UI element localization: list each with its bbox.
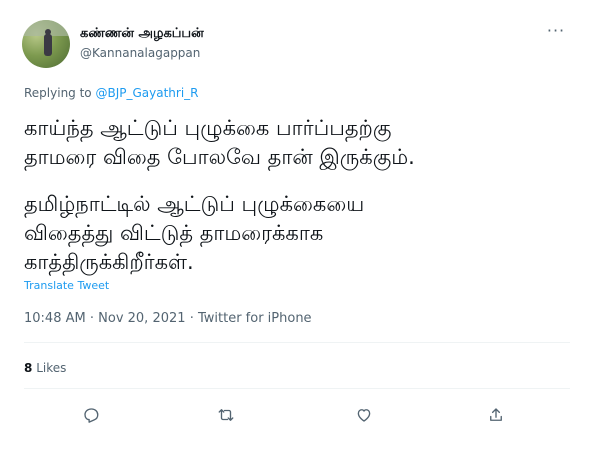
heart-icon (357, 409, 371, 422)
tweet-meta: 10:48 AM · Nov 20, 2021 · Twitter for iP… (24, 311, 312, 326)
more-options-icon[interactable]: ··· (545, 23, 567, 40)
tweet-line: விதைத்து விட்டுத் தாமரைக்காக (24, 221, 324, 245)
tweet-card: கண்ணன் அழகப்பன் @Kannanalagappan ··· Rep… (0, 0, 600, 450)
likes-label: Likes (36, 361, 67, 375)
replying-to-prefix: Replying to (24, 86, 92, 100)
share-icon (490, 408, 502, 421)
tweet-line: காத்திருக்கிறீர்கள். (24, 250, 194, 274)
likes-count: 8 (24, 361, 33, 375)
tweet-date[interactable]: Nov 20, 2021 (98, 311, 185, 326)
avatar[interactable] (22, 20, 70, 68)
avatar-figure-body (44, 34, 52, 56)
tweet-time[interactable]: 10:48 AM (24, 311, 86, 326)
tweet-line: தாமரை விதை போலவே தான் இருக்கும். (24, 145, 415, 169)
replying-to: Replying to @BJP_Gayathri_R (24, 86, 199, 100)
like-button[interactable] (351, 402, 377, 428)
tweet-text: காய்ந்த ஆட்டுப் புழுக்கை பார்ப்பதற்கு தா… (24, 114, 564, 277)
author-handle[interactable]: @Kannanalagappan (80, 46, 200, 60)
tweet-source[interactable]: Twitter for iPhone (198, 311, 312, 326)
translate-tweet-link[interactable]: Translate Tweet (24, 279, 109, 292)
retweet-button[interactable] (213, 402, 239, 428)
divider (24, 388, 570, 389)
share-button[interactable] (483, 402, 509, 428)
tweet-paragraph-1: காய்ந்த ஆட்டுப் புழுக்கை பார்ப்பதற்கு தா… (24, 114, 564, 172)
meta-separator: · (189, 311, 194, 326)
tweet-paragraph-2: தமிழ்நாட்டில் ஆட்டுப் புழுக்கையை விதைத்த… (24, 190, 564, 277)
likes-stat[interactable]: 8 Likes (24, 361, 66, 375)
author-name[interactable]: கண்ணன் அழகப்பன் (80, 26, 204, 42)
tweet-line: தமிழ்நாட்டில் ஆட்டுப் புழுக்கையை (24, 192, 365, 216)
reply-icon (84, 408, 99, 423)
divider (24, 342, 570, 343)
meta-separator: · (89, 311, 94, 326)
replying-to-link[interactable]: @BJP_Gayathri_R (95, 86, 198, 100)
retweet-icon (218, 409, 234, 421)
reply-button[interactable] (78, 402, 104, 428)
tweet-line: காய்ந்த ஆட்டுப் புழுக்கை பார்ப்பதற்கு (24, 116, 392, 140)
